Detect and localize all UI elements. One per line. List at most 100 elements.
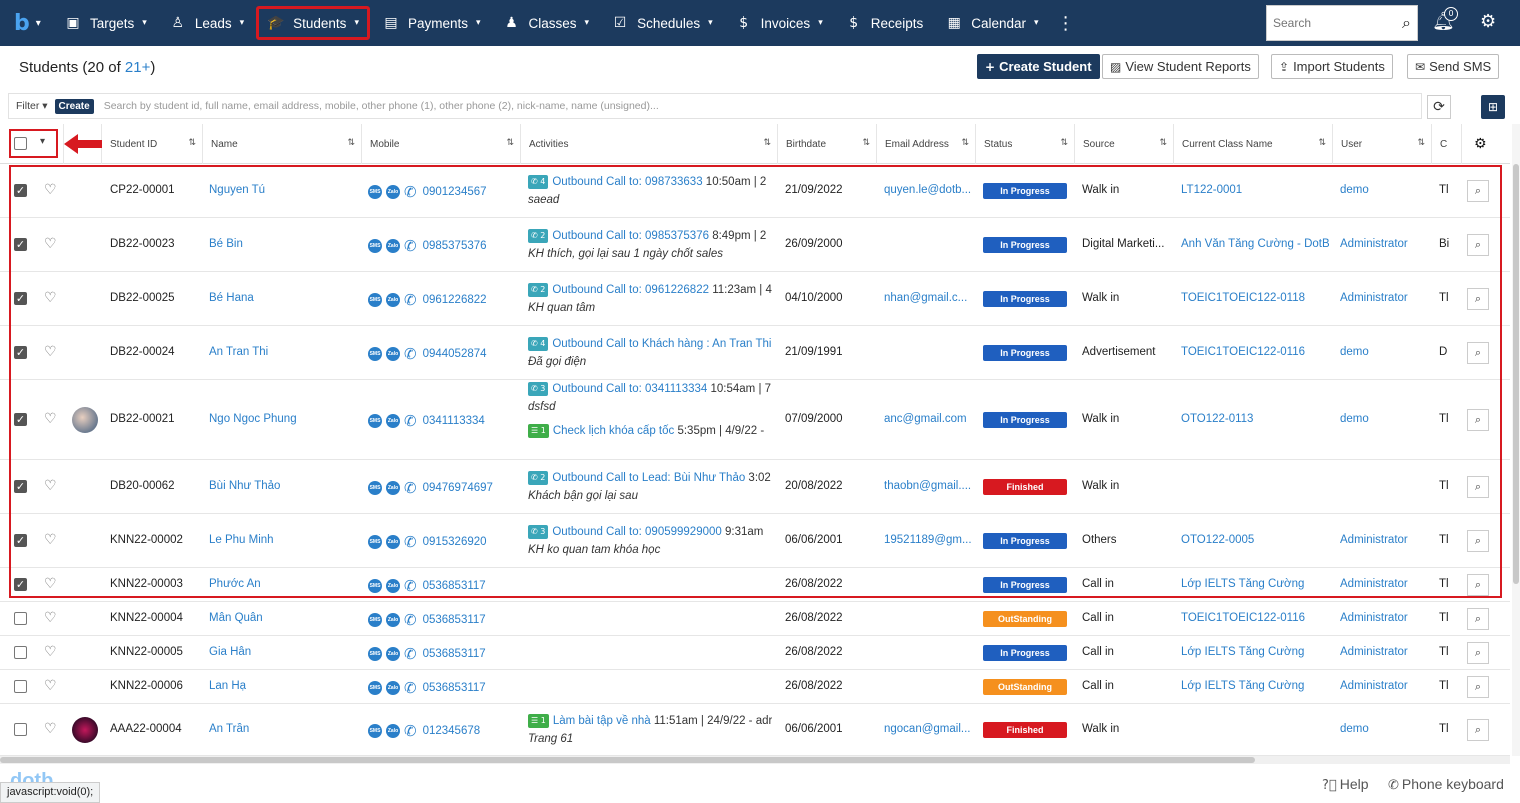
column-header[interactable]: Source ⇅ (1075, 124, 1174, 164)
mobile-number-link[interactable]: 012345678 (423, 725, 481, 737)
preview-zoom-icon[interactable]: ⌕ (1467, 476, 1489, 498)
student-name-link[interactable]: Ngo Ngoc Phung (209, 413, 297, 425)
mobile-number-link[interactable]: 0536853117 (423, 682, 486, 694)
zalo-icon[interactable]: Zalo (386, 535, 400, 549)
activity-link[interactable]: Outbound Call to Khách hàng : An Tran Th… (552, 338, 771, 350)
column-header[interactable]: Name ⇅ (203, 124, 362, 164)
search-icon[interactable]: ⌕ (1402, 13, 1411, 33)
zalo-icon[interactable]: Zalo (386, 239, 400, 253)
create-filter-button[interactable]: Create (54, 98, 94, 114)
preview-zoom-icon[interactable]: ⌕ (1467, 719, 1489, 741)
mobile-number-link[interactable]: 0944052874 (423, 348, 487, 360)
zalo-icon[interactable]: Zalo (386, 481, 400, 495)
row-checkbox[interactable]: ✓ (14, 413, 27, 426)
horizontal-scroll-thumb[interactable] (0, 757, 1255, 763)
zalo-icon[interactable]: Zalo (386, 681, 400, 695)
filter-dropdown[interactable]: Filter ▾ (9, 100, 55, 112)
help-link[interactable]: ?⃝ Help (1322, 776, 1369, 793)
sms-icon[interactable]: SMS (368, 185, 382, 199)
nav-item-targets[interactable]: ▣ Targets ▾ (54, 7, 157, 39)
preview-zoom-icon[interactable]: ⌕ (1467, 608, 1489, 630)
favorite-heart-icon[interactable]: ♡ (44, 532, 57, 548)
email-link[interactable]: nhan@gmail.c... (884, 292, 972, 304)
mobile-number-link[interactable]: 0536853117 (423, 648, 486, 660)
sms-icon[interactable]: SMS (368, 347, 382, 361)
sort-icon[interactable]: ⇅ (1159, 138, 1167, 148)
favorite-heart-icon[interactable]: ♡ (44, 411, 57, 427)
preview-zoom-icon[interactable]: ⌕ (1467, 676, 1489, 698)
user-link[interactable]: Administrator (1340, 578, 1408, 590)
class-name-link[interactable]: OTO122-0005 (1181, 534, 1329, 546)
select-all-checkbox[interactable] (14, 137, 27, 150)
sms-icon[interactable]: SMS (368, 681, 382, 695)
row-checkbox[interactable]: ✓ (14, 292, 27, 305)
sort-icon[interactable]: ⇅ (1318, 138, 1326, 148)
column-header[interactable]: Status ⇅ (976, 124, 1075, 164)
mobile-number-link[interactable]: 0915326920 (423, 536, 487, 548)
student-name-link[interactable]: Phước An (209, 578, 261, 590)
column-header[interactable]: Student ID ⇅ (102, 124, 203, 164)
class-name-link[interactable]: Lớp IELTS Tăng Cường (1181, 646, 1329, 658)
activity-link[interactable]: Check lịch khóa cấp tốc (553, 425, 674, 437)
nav-item-classes[interactable]: ♟ Classes ▾ (493, 7, 600, 39)
student-name-link[interactable]: Mẫn Quân (209, 612, 263, 624)
nav-item-invoices[interactable]: $ Invoices ▾ (725, 7, 833, 39)
column-header[interactable]: Mobile ⇅ (362, 124, 521, 164)
student-name-link[interactable]: An Tran Thi (209, 346, 268, 358)
settings-gear-icon[interactable]: ⚙ (1466, 124, 1496, 164)
class-name-link[interactable]: LT122-0001 (1181, 184, 1329, 196)
mobile-number-link[interactable]: 0985375376 (423, 240, 487, 252)
nav-item-leads[interactable]: ♙ Leads ▾ (159, 7, 254, 39)
sort-icon[interactable]: ⇅ (506, 138, 514, 148)
preview-zoom-icon[interactable]: ⌕ (1467, 288, 1489, 310)
student-name-link[interactable]: Bé Bin (209, 238, 243, 250)
phone-keyboard-link[interactable]: ✆ Phone keyboard (1388, 776, 1504, 793)
student-name-link[interactable]: Nguyen Tú (209, 184, 265, 196)
user-settings-icon[interactable]: ⚙ (1480, 11, 1496, 32)
activity-link[interactable]: Outbound Call to: 0961226822 (552, 284, 709, 296)
favorite-heart-icon[interactable]: ♡ (44, 644, 57, 660)
create-student-button[interactable]: + Create Student (977, 54, 1100, 79)
row-checkbox[interactable]: ✓ (14, 238, 27, 251)
student-name-link[interactable]: Le Phu Minh (209, 534, 274, 546)
sort-icon[interactable]: ⇅ (347, 138, 355, 148)
global-search-input[interactable] (1273, 16, 1393, 30)
favorite-heart-icon[interactable]: ♡ (44, 290, 57, 306)
app-logo[interactable]: b ▾ (0, 0, 54, 46)
email-link[interactable]: ngocan@gmail... (884, 723, 972, 735)
favorite-heart-icon[interactable]: ♡ (44, 610, 57, 626)
favorite-heart-icon[interactable]: ♡ (44, 344, 57, 360)
sms-icon[interactable]: SMS (368, 724, 382, 738)
column-header[interactable]: User ⇅ (1333, 124, 1432, 164)
phone-icon[interactable]: ✆ (404, 412, 417, 430)
activity-link[interactable]: Outbound Call to: 0341113334 (552, 383, 707, 395)
sort-icon[interactable]: ⇅ (862, 138, 870, 148)
student-name-link[interactable]: Gia Hân (209, 646, 251, 658)
class-name-link[interactable]: TOEIC1TOEIC122-0116 (1181, 612, 1329, 624)
preview-zoom-icon[interactable]: ⌕ (1467, 180, 1489, 202)
column-header[interactable]: C (1432, 124, 1462, 164)
user-link[interactable]: Administrator (1340, 534, 1408, 546)
sort-icon[interactable]: ⇅ (1060, 138, 1068, 148)
user-link[interactable]: demo (1340, 723, 1369, 735)
user-link[interactable]: Administrator (1340, 238, 1408, 250)
view-student-reports-button[interactable]: ▨ View Student Reports (1102, 54, 1259, 79)
column-header[interactable]: Email Address ⇅ (877, 124, 976, 164)
zalo-icon[interactable]: Zalo (386, 647, 400, 661)
student-name-link[interactable]: An Trần (209, 723, 249, 735)
sms-icon[interactable]: SMS (368, 414, 382, 428)
row-checkbox[interactable] (14, 612, 27, 625)
nav-item-payments[interactable]: ▤ Payments ▾ (372, 7, 491, 39)
zalo-icon[interactable]: Zalo (386, 613, 400, 627)
column-layout-icon[interactable]: ⊞ (1481, 95, 1505, 119)
sort-icon[interactable]: ⇅ (188, 138, 196, 148)
global-search[interactable]: ⌕ (1266, 5, 1418, 41)
zalo-icon[interactable]: Zalo (386, 293, 400, 307)
phone-icon[interactable]: ✆ (404, 679, 417, 697)
favorite-heart-icon[interactable]: ♡ (44, 721, 57, 737)
student-name-link[interactable]: Lan Hạ (209, 680, 246, 692)
class-name-link[interactable]: TOEIC1TOEIC122-0118 (1181, 292, 1329, 304)
favorite-heart-icon[interactable]: ♡ (44, 678, 57, 694)
import-students-button[interactable]: ⇪ Import Students (1271, 54, 1393, 79)
vertical-scroll-thumb[interactable] (1513, 164, 1519, 584)
